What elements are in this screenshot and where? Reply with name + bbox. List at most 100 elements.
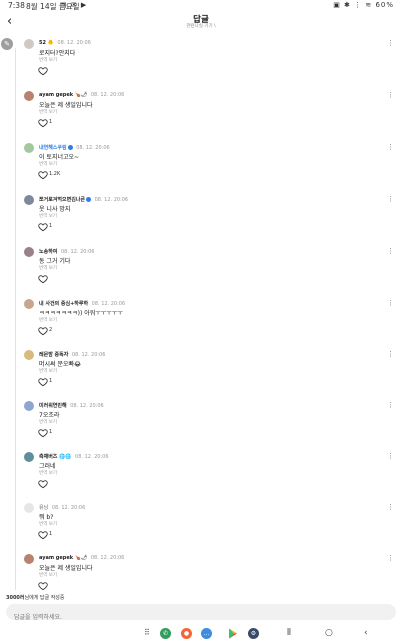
system-nav-bar: ⠿ ✆ ● … ⚙ ⦀ ○ ‹	[0, 624, 402, 644]
translate-link[interactable]: 번역 보기	[39, 161, 57, 167]
comment-username[interactable]: 52	[39, 40, 46, 46]
comment-username[interactable]: ayam gepek	[39, 92, 73, 98]
heart-icon[interactable]	[38, 479, 48, 489]
translate-link[interactable]: 번역 보기	[39, 572, 57, 578]
food-emoji-icon: 🍗🌶	[73, 555, 88, 561]
comment-time: 08. 12. 20:06	[61, 249, 95, 255]
translate-link[interactable]: 번역 보기	[39, 470, 57, 476]
comment-text: 그러네	[39, 463, 56, 470]
more-options-icon[interactable]: ⋮	[387, 350, 394, 358]
settings-app-icon[interactable]: ⚙	[248, 628, 259, 639]
heart-icon[interactable]	[38, 118, 48, 128]
more-options-icon[interactable]: ⋮	[387, 143, 394, 151]
translate-link[interactable]: 번역 보기	[39, 317, 57, 323]
comment-username[interactable]: 측채버즈	[39, 454, 57, 460]
comment-text: ㅋㅋㅋㅋㅋㅋㅋ)) 아워ㅜㅜㅜㅜㅜ	[39, 310, 123, 317]
contacts-app-icon[interactable]: ●	[181, 628, 192, 639]
heart-icon[interactable]	[38, 377, 48, 387]
comment-username[interactable]: 쪼거로겨먹으면김나큰	[39, 197, 85, 203]
reply-input-container[interactable]	[6, 604, 396, 626]
avatar[interactable]	[24, 350, 34, 360]
avatar[interactable]	[24, 452, 34, 462]
system-icons: ▣ ✱ ⋮ ≋ 60%	[333, 1, 394, 9]
app-grid-icon[interactable]: ⠿	[144, 628, 150, 637]
comment-text: 오늘은 제 생일입니다	[39, 102, 93, 109]
status-time: 7:38	[8, 1, 25, 10]
reply-note-text: 님에게 답글 작성중	[24, 595, 65, 601]
comment-time: 08. 12. 20:06	[75, 454, 109, 460]
avatar[interactable]	[24, 401, 34, 411]
avatar[interactable]	[24, 503, 34, 513]
avatar[interactable]	[24, 91, 34, 101]
comment-time: 08. 12. 20:06	[57, 40, 91, 46]
heart-icon[interactable]	[38, 66, 48, 76]
comment-username[interactable]: 미러워연민해	[39, 403, 67, 409]
more-options-icon[interactable]: ⋮	[387, 452, 394, 460]
page-subtitle: 관련나실 기기 \	[186, 24, 216, 29]
comment: ayam gepek 🍗🌶 08. 12. 20:06 ⋮ 오늘은 제 생일입니…	[24, 554, 396, 590]
more-options-icon[interactable]: ⋮	[387, 247, 394, 255]
comment-feed[interactable]: ✎ 52 🐥 08. 12. 20:06 ⋮ 로지터?안지다 번역 보기 aya…	[0, 36, 402, 590]
translate-link[interactable]: 번역 보기	[39, 265, 57, 271]
comment-time: 08. 12. 20:06	[76, 145, 110, 151]
comment: 노송하여 08. 12. 20:06 ⋮ 동 그거 기다 번역 보기	[24, 247, 396, 297]
comment: ayam gepek 🍗🌶 08. 12. 20:06 ⋮ 오늘은 제 생일입니…	[24, 91, 396, 141]
translate-link[interactable]: 번역 보기	[39, 419, 57, 425]
globe-emoji-icon: 🌐🌐	[57, 454, 72, 460]
comment: 미러워연민해 08. 12. 20:06 ⋮ 7오조라 번역 보기 1	[24, 401, 396, 451]
heart-icon[interactable]	[38, 222, 48, 232]
comment-username[interactable]: 내연해스쿠림	[39, 145, 67, 151]
comment-username[interactable]: ayam gepek	[39, 555, 73, 561]
heart-icon[interactable]	[38, 170, 48, 180]
edit-pencil-icon[interactable]: ✎	[1, 38, 13, 50]
more-options-icon[interactable]: ⋮	[387, 554, 394, 562]
nav-back-icon[interactable]: ‹	[364, 628, 368, 638]
heart-icon[interactable]	[38, 274, 48, 284]
verified-badge-icon	[67, 145, 73, 150]
heart-icon[interactable]	[38, 530, 48, 540]
avatar[interactable]	[24, 299, 34, 309]
translate-link[interactable]: 번역 보기	[39, 57, 57, 63]
more-options-icon[interactable]: ⋮	[387, 195, 394, 203]
messages-app-icon[interactable]: …	[201, 628, 212, 639]
avatar[interactable]	[24, 39, 34, 49]
comment: 내 사건의 중심+하루하 08. 12. 20:06 ⋮ ㅋㅋㅋㅋㅋㅋㅋ)) 아…	[24, 299, 396, 349]
bird-emoji-icon: 🐥	[45, 40, 54, 46]
comment: 52 🐥 08. 12. 20:06 ⋮ 로지터?안지다 번역 보기	[24, 39, 396, 89]
home-icon[interactable]: ○	[325, 628, 333, 638]
reply-target-user: 3000러	[6, 595, 25, 601]
translate-link[interactable]: 번역 보기	[39, 521, 57, 527]
recent-apps-icon[interactable]: ⦀	[287, 628, 291, 638]
comment: 측채버즈 🌐🌐 08. 12. 20:06 ⋮ 그러네 번역 보기	[24, 452, 396, 502]
comment: 유닝 08. 12. 20:06 ⋮ 뭐 b? 번역 보기 1	[24, 503, 396, 553]
heart-icon[interactable]	[38, 428, 48, 438]
status-bar: 7:38 8월 14일 금요일 ▤ ✉ ▶ ▣ ✱ ⋮ ≋ 60%	[0, 0, 402, 12]
avatar[interactable]	[24, 143, 34, 153]
comment-username[interactable]: 레몬밤 중독자	[39, 352, 68, 358]
avatar[interactable]	[24, 554, 34, 564]
translate-link[interactable]: 번역 보기	[39, 368, 57, 374]
more-options-icon[interactable]: ⋮	[387, 401, 394, 409]
more-options-icon[interactable]: ⋮	[387, 299, 394, 307]
comment-text: 로지터?안지다	[39, 50, 76, 57]
translate-link[interactable]: 번역 보기	[39, 213, 57, 219]
like-count: 1	[49, 531, 53, 537]
translate-link[interactable]: 번역 보기	[39, 109, 57, 115]
more-options-icon[interactable]: ⋮	[387, 91, 394, 99]
comment-text: 이 토지너고오~	[39, 154, 80, 161]
comment-username[interactable]: 유닝	[39, 505, 48, 511]
comment: 레몬밤 중독자 08. 12. 20:06 ⋮ 머시써 문오빠😂 번역 보기 1	[24, 350, 396, 400]
comment-username[interactable]: 내 사건의 중심+하루하	[39, 301, 88, 307]
heart-icon[interactable]	[38, 581, 48, 590]
notification-icons: ▤ ✉ ▶	[60, 1, 88, 9]
more-options-icon[interactable]: ⋮	[387, 503, 394, 511]
comment-username[interactable]: 노송하여	[39, 249, 57, 255]
header: ‹ 답글 관련나실 기기 \	[0, 12, 402, 32]
avatar[interactable]	[24, 195, 34, 205]
heart-icon[interactable]	[38, 326, 48, 336]
comment-time: 08. 12. 20:06	[70, 403, 104, 409]
more-options-icon[interactable]: ⋮	[387, 39, 394, 47]
avatar[interactable]	[24, 247, 34, 257]
play-store-icon[interactable]	[228, 628, 238, 639]
phone-app-icon[interactable]: ✆	[160, 628, 171, 639]
